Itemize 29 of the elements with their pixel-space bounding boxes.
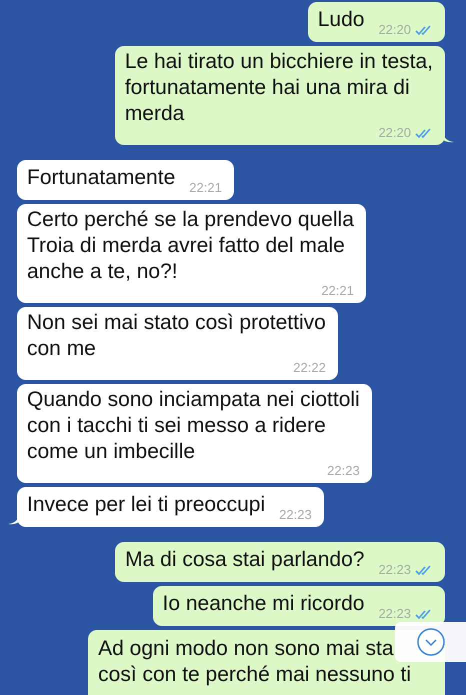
message-time: 22:20 [378,22,411,38]
message-time: 22:23 [378,562,411,578]
message-text: Invece per lei ti preoccupi [27,492,266,518]
message-text: anche a te, no?! [27,259,178,285]
message-text: Ma di cosa stai parlando? [125,547,364,573]
message-text: Fortunatamente [27,165,176,191]
message-text: Io neanche mi ricordo [162,591,364,617]
message-time: 22:20 [378,125,411,141]
message-text: Certo perché se la prendevo quella [27,207,354,233]
message-text: Non sei mai stato così protettivo [27,310,326,336]
message-time: 22:21 [321,283,354,299]
message-text: Le hai tirato un bicchiere in testa, [124,49,433,75]
message-time: 22:23 [378,606,411,622]
message-text: Ludo [318,7,364,33]
message-time: 22:23 [279,507,312,523]
scroll-down-button[interactable] [395,622,466,662]
message-text: Quando sono inciampata nei ciottoli [27,387,360,413]
message-text: fortunatamente hai una mira di [124,75,410,101]
message-time: 22:22 [293,360,326,376]
message-text: con i tacchi ti sei messo a ridere [27,413,326,439]
chevron-down-icon [416,627,446,657]
message-text: così con te perché mai nessuno ti [98,662,411,688]
message-text: merda [124,101,184,127]
message-text: Ad ogni modo non sono mai sta [98,636,394,662]
message-time: 22:21 [189,180,222,196]
message-text: Troia di merda avrei fatto del male [27,233,345,259]
message-text: come un imbecille [27,439,196,465]
message-text: con me [27,336,96,362]
message-time: 22:23 [327,463,360,479]
